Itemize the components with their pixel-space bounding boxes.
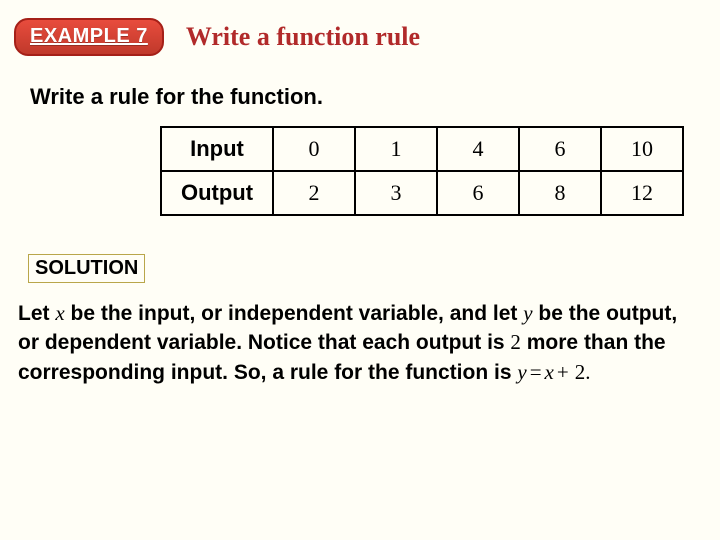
var-y: y [523,301,532,325]
example-badge: EXAMPLE 7 [14,18,164,56]
table-cell: 12 [601,171,683,215]
eqn-y: y [517,360,526,384]
header: EXAMPLE 7 Write a function rule [0,0,720,64]
plus-sign: + [554,360,572,384]
solution-label: SOLUTION [28,254,145,283]
equation: y=x+2. [517,360,593,384]
text-fragment: Let [18,302,55,325]
equals-sign: = [527,360,545,384]
table-cell: 0 [273,127,355,171]
table-row: Output 2 3 6 8 12 [161,171,683,215]
function-table: Input 0 1 4 6 10 Output 2 3 6 8 12 [160,126,684,216]
table-cell: 10 [601,127,683,171]
var-x: x [55,301,64,325]
solution-text: Let x be the input, or independent varia… [18,299,680,387]
num-two: 2 [510,330,521,354]
page-title: Write a function rule [186,22,420,52]
table-row: Input 0 1 4 6 10 [161,127,683,171]
eqn-x: x [545,360,554,384]
table-cell: 3 [355,171,437,215]
row-label-input: Input [161,127,273,171]
table-cell: 6 [437,171,519,215]
table-cell: 1 [355,127,437,171]
row-label-output: Output [161,171,273,215]
text-fragment: be the input, or independent variable, a… [65,302,524,325]
eqn-const: 2. [572,360,594,384]
table-cell: 8 [519,171,601,215]
table-cell: 2 [273,171,355,215]
instruction-text: Write a rule for the function. [30,84,720,110]
table-cell: 4 [437,127,519,171]
table-cell: 6 [519,127,601,171]
